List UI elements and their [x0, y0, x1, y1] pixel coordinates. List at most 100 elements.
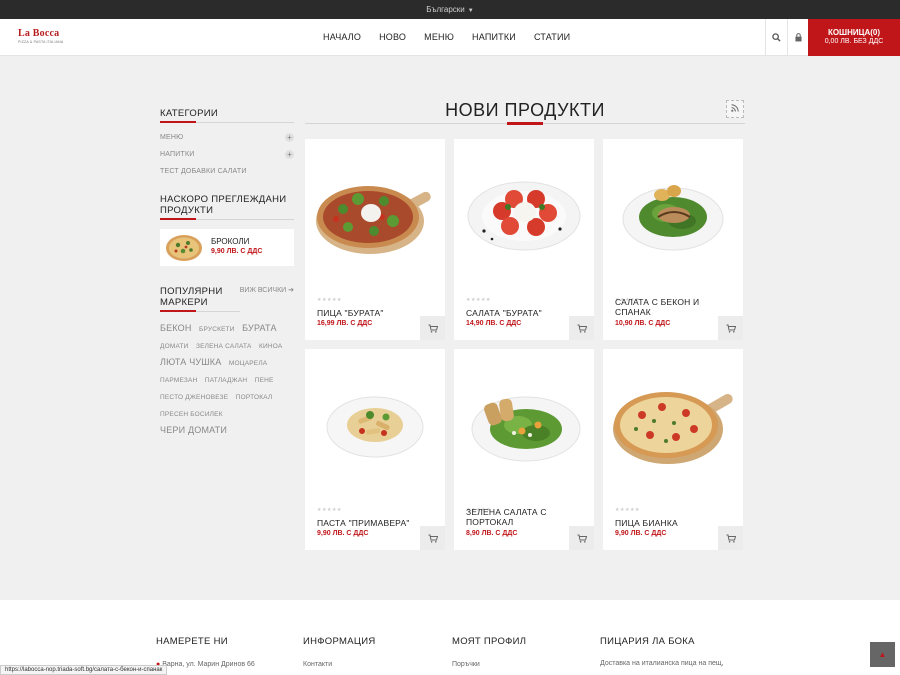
recently-viewed: НАСКОРО ПРЕГЛЕЖДАНИ ПРОДУКТИ БРОКОЛИ 9,9…	[160, 194, 294, 266]
logo-name: La Bocca	[18, 28, 60, 39]
add-to-cart-button[interactable]	[718, 526, 743, 550]
tag-link[interactable]: ЗЕЛЕНА САЛАТА	[196, 340, 252, 354]
lock-icon	[795, 33, 802, 42]
cart-icon	[428, 534, 438, 543]
tag-cloud: БЕКОН БРУСКЕТИ БУРАТА ДОМАТИ ЗЕЛЕНА САЛА…	[160, 320, 294, 437]
logo-tagline: PIZZA & PASTA ITALIANA	[18, 40, 64, 44]
cart-button[interactable]: КОШНИЦА(0) 0,00 ЛВ. БЕЗ ДДС	[808, 19, 900, 56]
tag-link[interactable]: ДОМАТИ	[160, 340, 189, 354]
nav-item-home[interactable]: НАЧАЛО	[314, 19, 370, 56]
rating-stars: ★★★★★	[615, 507, 640, 513]
pizza-image[interactable]	[164, 232, 204, 263]
footer-about-text: Доставка на италианска пица на пещ,	[600, 660, 724, 667]
page-title-text: НОВИ ПРОДУКТИ	[445, 100, 605, 120]
nav-item-articles[interactable]: СТАТИИ	[525, 19, 579, 56]
category-list: МЕНЮ + НАПИТКИ + ТЕСТ ДОБАВКИ САЛАТИ	[160, 129, 294, 180]
nav-item-menu[interactable]: МЕНЮ	[415, 19, 463, 56]
search-icon	[772, 33, 781, 42]
add-to-cart-button[interactable]	[420, 316, 445, 340]
rss-button[interactable]	[726, 100, 744, 118]
tag-link[interactable]: ПЕСТО ДЖЕНОВЕЗЕ	[160, 391, 228, 405]
product-name[interactable]: САЛАТА "БУРАТА"	[466, 308, 566, 318]
product-image[interactable]	[603, 349, 743, 499]
footer-link-orders[interactable]: Поръчки	[452, 661, 526, 668]
language-selector[interactable]: Български	[426, 5, 465, 14]
salad-burrata-image	[467, 181, 581, 251]
product-card[interactable]: ★★★★★ ПАСТА "ПРИМАВЕРА" 9,90 ЛВ. С ДДС	[305, 349, 445, 550]
login-button[interactable]	[787, 19, 809, 56]
category-label: НАПИТКИ	[160, 151, 195, 158]
scroll-to-top-button[interactable]: ▲	[870, 642, 895, 667]
cart-total: 0,00 ЛВ. БЕЗ ДДС	[824, 38, 884, 45]
tag-link[interactable]: БУРАТА	[242, 321, 277, 335]
category-label: ТЕСТ ДОБАВКИ САЛАТИ	[160, 168, 247, 175]
recent-product[interactable]: БРОКОЛИ 9,90 ЛВ. С ДДС	[160, 229, 294, 266]
product-name[interactable]: ПАСТА "ПРИМАВЕРА"	[317, 518, 417, 528]
pizza-bianca-image	[613, 392, 733, 464]
search-button[interactable]	[765, 19, 787, 56]
tag-link[interactable]: ПЕНЕ	[255, 374, 274, 388]
rss-icon	[731, 104, 739, 112]
cart-icon	[726, 534, 736, 543]
product-image[interactable]	[603, 139, 743, 289]
popular-tags-title: ПОПУЛЯРНИ МАРКЕРИ	[160, 286, 240, 312]
product-card[interactable]: ★★★★★ ПИЦА "БУРАТА" 16,99 ЛВ. С ДДС	[305, 139, 445, 340]
recent-product-price: 9,90 ЛВ. С ДДС	[211, 248, 263, 255]
site-logo[interactable]: La Bocca PIZZA & PASTA ITALIANA	[18, 28, 64, 45]
category-item-test[interactable]: ТЕСТ ДОБАВКИ САЛАТИ	[160, 163, 294, 180]
expand-icon[interactable]: +	[285, 133, 294, 142]
status-bar-url: https://labocca-nop.triada-soft.bg/салат…	[0, 665, 168, 675]
product-card[interactable]: ★★★★★ САЛАТА "БУРАТА" 14,90 ЛВ. С ДДС	[454, 139, 594, 340]
recent-product-name[interactable]: БРОКОЛИ	[211, 237, 249, 246]
add-to-cart-button[interactable]	[718, 316, 743, 340]
see-all-label: ВИЖ ВСИЧКИ	[239, 287, 287, 294]
product-price: 14,90 ЛВ. С ДДС	[466, 320, 522, 327]
see-all-tags-link[interactable]: ВИЖ ВСИЧКИ ➔	[240, 286, 294, 294]
product-image[interactable]	[454, 139, 594, 289]
nav-item-drinks[interactable]: НАПИТКИ	[463, 19, 525, 56]
footer-address: ● Варна, ул. Марин Дринов 66	[156, 661, 255, 668]
product-image[interactable]	[305, 139, 445, 289]
product-price: 8,90 ЛВ. С ДДС	[466, 530, 518, 537]
product-name[interactable]: САЛАТА С БЕКОН И СПАНАК	[615, 297, 715, 317]
cart-icon	[577, 534, 587, 543]
tag-link[interactable]: ПОРТОКАЛ	[236, 391, 273, 405]
product-image[interactable]	[454, 349, 594, 499]
nav-item-new[interactable]: НОВО	[370, 19, 415, 56]
green-salad-orange-image	[471, 396, 581, 462]
product-card[interactable]: ★★★★★ ПИЦА БИАНКА 9,90 ЛВ. С ДДС	[603, 349, 743, 550]
product-card[interactable]: ★★★★★ ЗЕЛЕНА САЛАТА С ПОРТОКАЛ 8,90 ЛВ. …	[454, 349, 594, 550]
expand-icon[interactable]: +	[285, 150, 294, 159]
tag-link[interactable]: ПРЕСЕН БОСИЛЕК	[160, 408, 223, 422]
chevron-up-icon: ▲	[878, 650, 887, 659]
product-name[interactable]: ЗЕЛЕНА САЛАТА С ПОРТОКАЛ	[466, 507, 566, 527]
category-item-menu[interactable]: МЕНЮ +	[160, 129, 294, 146]
product-name[interactable]: ПИЦА БИАНКА	[615, 518, 715, 528]
add-to-cart-button[interactable]	[569, 316, 594, 340]
rating-stars: ★★★★★	[466, 297, 491, 303]
caret-down-icon[interactable]: ▼	[468, 8, 474, 14]
footer-link-contacts[interactable]: Контакти	[303, 661, 376, 668]
tag-link[interactable]: МОЦАРЕЛА	[229, 357, 268, 371]
category-item-drinks[interactable]: НАПИТКИ +	[160, 146, 294, 163]
new-products-section: НОВИ ПРОДУКТИ ★★★★★ ПИЦА "БУРАТА" 16,99 …	[305, 97, 745, 550]
cart-icon	[428, 324, 438, 333]
address-text: Варна, ул. Марин Дринов 66	[162, 661, 255, 668]
product-price: 10,90 ЛВ. С ДДС	[615, 320, 671, 327]
footer-about: ПИЦАРИЯ ЛА БОКА Доставка на италианска п…	[600, 636, 740, 669]
tag-link[interactable]: ПАТЛАДЖАН	[205, 374, 247, 388]
tag-link[interactable]: ПАРМЕЗАН	[160, 374, 197, 388]
tag-link[interactable]: КИНОА	[259, 340, 282, 354]
product-image[interactable]	[305, 349, 445, 499]
product-name[interactable]: ПИЦА "БУРАТА"	[317, 308, 417, 318]
tag-link[interactable]: ЛЮТА ЧУШКА	[160, 355, 221, 369]
tag-link[interactable]: БРУСКЕТИ	[199, 323, 235, 337]
tag-link[interactable]: ЧЕРИ ДОМАТИ	[160, 423, 227, 437]
product-card[interactable]: ★★★★★ САЛАТА С БЕКОН И СПАНАК 10,90 ЛВ. …	[603, 139, 743, 340]
recently-viewed-title: НАСКОРО ПРЕГЛЕЖДАНИ ПРОДУКТИ	[160, 194, 294, 220]
add-to-cart-button[interactable]	[569, 526, 594, 550]
footer-information: ИНФОРМАЦИЯ Контакти	[303, 636, 376, 668]
add-to-cart-button[interactable]	[420, 526, 445, 550]
footer-heading: ПИЦАРИЯ ЛА БОКА	[600, 636, 695, 647]
tag-link[interactable]: БЕКОН	[160, 321, 192, 335]
